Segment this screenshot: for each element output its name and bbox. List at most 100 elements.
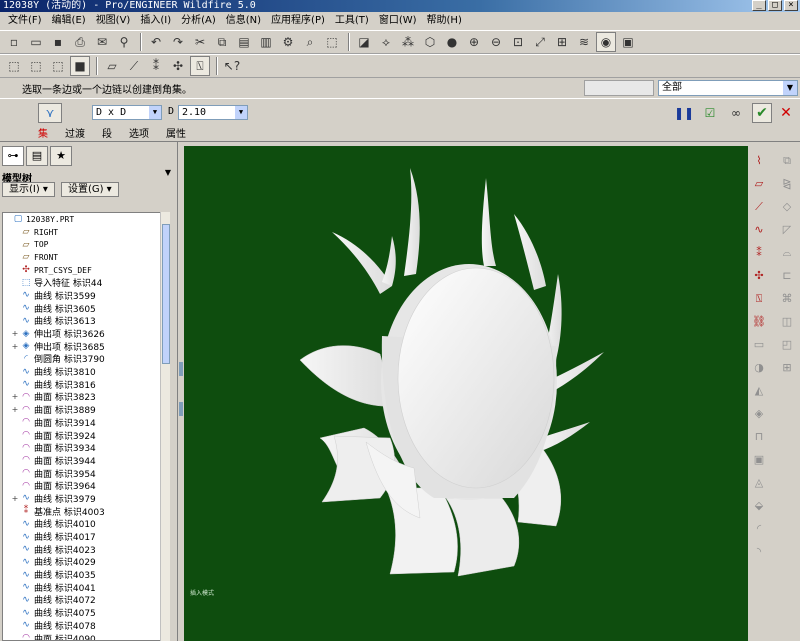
- send-link-icon[interactable]: ⚲: [114, 32, 134, 52]
- new-file-icon[interactable]: ▫: [4, 32, 24, 52]
- find-icon[interactable]: ⌕: [300, 32, 320, 52]
- datum-curve-tool-icon[interactable]: ∿: [750, 221, 768, 239]
- folder-browser-tab-icon[interactable]: ▤: [26, 146, 48, 166]
- tree-item[interactable]: ∿ 曲线 标识4072: [3, 594, 167, 607]
- menu-applications[interactable]: 应用程序(P): [266, 12, 330, 30]
- mirror-tool-icon[interactable]: ⧎: [778, 175, 796, 193]
- chamfer-set-icon[interactable]: ⋎: [38, 103, 62, 123]
- paste-icon[interactable]: ▤: [234, 32, 254, 52]
- menu-insert[interactable]: 插入(I): [135, 12, 176, 30]
- favorites-tab-icon[interactable]: ★: [50, 146, 72, 166]
- paste-special-icon[interactable]: ▥: [256, 32, 276, 52]
- datum-axis-display-icon[interactable]: ⟡: [376, 32, 396, 52]
- tree-item[interactable]: ∿ 曲线 标识4035: [3, 568, 167, 582]
- tab-properties[interactable]: 属性: [166, 125, 186, 140]
- no-hidden-icon[interactable]: ⬚: [48, 56, 68, 76]
- tree-item[interactable]: ∿ 曲线 标识4017: [3, 530, 167, 544]
- solidify-tool-icon[interactable]: ◰: [778, 336, 796, 354]
- tree-item[interactable]: ◠ 曲面 标识3964: [3, 479, 167, 493]
- datum-point-tool-icon[interactable]: ⁑: [750, 244, 768, 262]
- tree-expander[interactable]: +: [11, 342, 19, 351]
- tree-expander[interactable]: +: [11, 405, 19, 414]
- tree-expander[interactable]: +: [11, 329, 19, 338]
- menu-view[interactable]: 视图(V): [91, 12, 136, 30]
- tree-item[interactable]: + ◈ 伸出项 标识3626: [3, 327, 167, 341]
- tab-transitions[interactable]: 过渡: [65, 125, 85, 140]
- print-icon[interactable]: ⎙: [70, 32, 90, 52]
- minimize-button[interactable]: _: [752, 0, 766, 11]
- tree-expander[interactable]: +: [11, 392, 19, 401]
- csys-toggle-icon[interactable]: ✣: [168, 56, 188, 76]
- copy-icon[interactable]: ⧉: [212, 32, 232, 52]
- tree-item[interactable]: ∿ 曲线 标识4041: [3, 581, 167, 594]
- chamfer-scheme-dropdown[interactable]: D x D ▼: [92, 105, 162, 120]
- fan-model-view[interactable]: [184, 146, 748, 641]
- menu-analysis[interactable]: 分析(A): [176, 12, 221, 30]
- hidden-line-icon[interactable]: ⬚: [26, 56, 46, 76]
- tree-item[interactable]: ∿ 曲线 标识4023: [3, 543, 167, 556]
- select-box-icon[interactable]: ⬚: [322, 32, 342, 52]
- csys-tool-icon[interactable]: ✣: [750, 267, 768, 285]
- close-button[interactable]: ×: [784, 0, 798, 11]
- verify-glasses-icon[interactable]: ∞: [726, 103, 746, 123]
- tree-item[interactable]: ◠ 曲面 标识3944: [3, 454, 167, 467]
- tree-item[interactable]: ◠ 曲面 标识3914: [3, 416, 167, 429]
- saved-views-icon[interactable]: ⊞: [552, 32, 572, 52]
- chevron-down-icon[interactable]: ▼: [165, 168, 171, 177]
- tree-item[interactable]: ◠ 曲面 标识4090: [3, 632, 167, 640]
- sash-handle-right[interactable]: [179, 402, 183, 416]
- sash-handle-left[interactable]: [179, 362, 183, 376]
- tree-item[interactable]: ∿ 曲线 标识4010: [3, 518, 167, 531]
- rib-tool-icon[interactable]: ◬: [750, 474, 768, 492]
- tree-expander[interactable]: +: [11, 494, 19, 503]
- tab-sets[interactable]: 集: [38, 125, 48, 140]
- offset-tool-icon[interactable]: ⊏: [778, 267, 796, 285]
- menu-tools[interactable]: 工具(T): [330, 12, 374, 30]
- tab-pieces[interactable]: 段: [102, 125, 112, 140]
- tree-item[interactable]: ∿ 曲线 标识3599: [3, 289, 167, 302]
- sketch-icon[interactable]: ⌇: [750, 152, 768, 170]
- blend-tool-icon[interactable]: ◈: [750, 405, 768, 423]
- tree-item[interactable]: ⁑ 基准点 标识4003: [3, 505, 167, 518]
- analysis-tool-icon[interactable]: ⍂: [750, 290, 768, 308]
- layers-icon[interactable]: ≋: [574, 32, 594, 52]
- settings-menu-button[interactable]: 设置(G) ▾: [60, 182, 119, 197]
- chevron-down-icon[interactable]: ▼: [783, 81, 797, 95]
- tree-item[interactable]: ⬚ 导入特征 标识44: [3, 276, 167, 290]
- zoom-in-icon[interactable]: ⊕: [464, 32, 484, 52]
- chevron-down-icon[interactable]: ▼: [149, 106, 161, 119]
- tree-item[interactable]: + ◈ 伸出项 标识3685: [3, 340, 167, 353]
- d-value-input[interactable]: 2.10 ▼: [178, 105, 248, 120]
- datum-axis-tool-icon[interactable]: ⟋: [750, 198, 768, 216]
- tree-item[interactable]: ◠ 曲面 标识3954: [3, 467, 167, 480]
- send-mail-icon[interactable]: ✉: [92, 32, 112, 52]
- extend-tool-icon[interactable]: ⌓: [778, 244, 796, 262]
- view-manager-icon[interactable]: ▣: [618, 32, 638, 52]
- draft-tool-icon[interactable]: ⬙: [750, 497, 768, 515]
- tree-item[interactable]: ▱ TOP: [3, 238, 167, 251]
- graphics-window[interactable]: 插入模式: [184, 146, 748, 641]
- menu-help[interactable]: 帮助(H): [422, 12, 467, 30]
- wireframe-icon[interactable]: ⬚: [4, 56, 24, 76]
- tree-item[interactable]: ∿ 曲线 标识3816: [3, 378, 167, 391]
- extrude-tool-icon[interactable]: ▭: [750, 336, 768, 354]
- datum-point-display-icon[interactable]: ⁂: [398, 32, 418, 52]
- shading-icon[interactable]: ■: [70, 56, 90, 76]
- tree-item[interactable]: + ◠ 曲面 标识3889: [3, 403, 167, 417]
- tree-item[interactable]: ∿ 曲线 标识4075: [3, 606, 167, 620]
- point-toggle-icon[interactable]: ⁑: [146, 56, 166, 76]
- pause-icon[interactable]: ❚❚: [674, 103, 694, 123]
- preview-checkbox-icon[interactable]: ☑: [700, 103, 720, 123]
- cut-icon[interactable]: ✂: [190, 32, 210, 52]
- tree-item[interactable]: + ∿ 曲线 标识3979: [3, 492, 167, 505]
- hole-tool-icon[interactable]: ⊓: [750, 428, 768, 446]
- tab-options[interactable]: 选项: [129, 125, 149, 140]
- tree-item[interactable]: ∿ 曲线 标识4029: [3, 556, 167, 569]
- annotation-toggle-icon[interactable]: ⍂: [190, 56, 210, 76]
- display-menu-button[interactable]: 显示(I) ▾: [2, 182, 55, 197]
- cancel-button[interactable]: ✕: [776, 103, 796, 123]
- tree-item[interactable]: ▱ RIGHT: [3, 226, 167, 239]
- chevron-down-icon[interactable]: ▼: [235, 106, 247, 119]
- zoom-out-icon[interactable]: ⊖: [486, 32, 506, 52]
- round-tool-icon[interactable]: ◜: [750, 520, 768, 538]
